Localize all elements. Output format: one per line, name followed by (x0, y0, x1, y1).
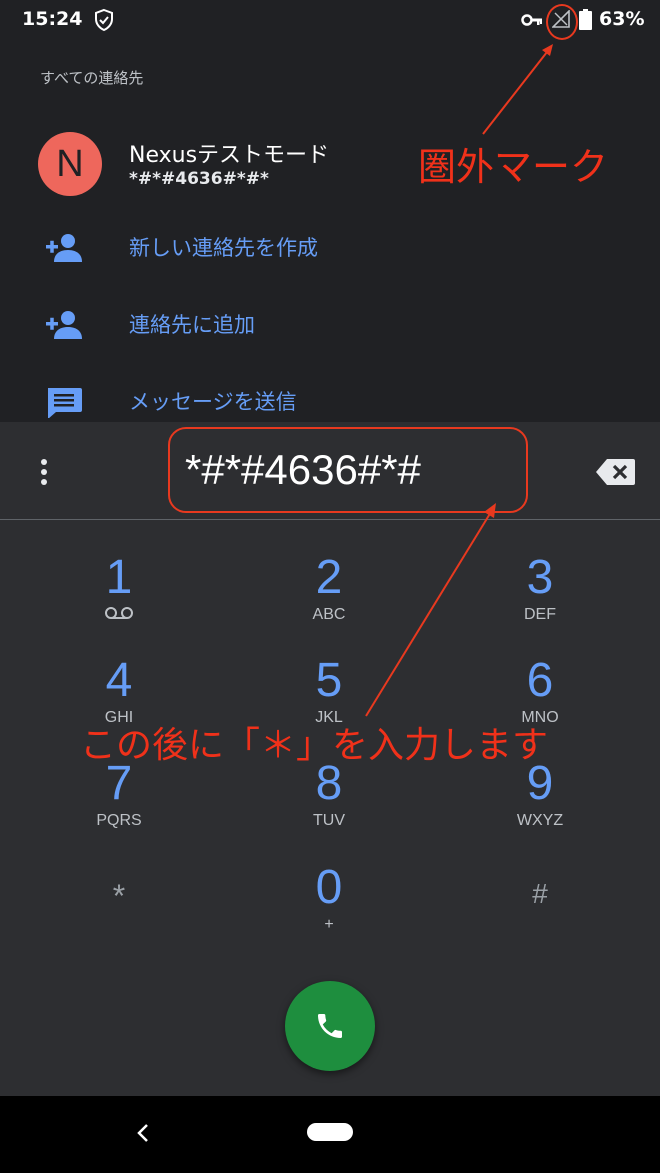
dialpad-key-1[interactable]: 1 (49, 552, 189, 652)
backspace-icon[interactable] (595, 456, 637, 488)
key-letters: ABC (312, 606, 346, 623)
shield-check-icon (95, 8, 113, 32)
dialpad-key-9[interactable]: 9 WXYZ (470, 758, 610, 858)
battery-percent: 63% (599, 8, 645, 30)
key-digit: * (112, 878, 126, 914)
phone-icon (318, 1014, 342, 1038)
key-letters: DEF (524, 606, 556, 623)
home-button[interactable] (307, 1123, 353, 1141)
call-button[interactable] (285, 981, 375, 1071)
dialpad-key-3[interactable]: 3 DEF (470, 552, 610, 652)
message-icon (48, 388, 82, 418)
key-digit: 1 (105, 551, 133, 604)
more-options-icon[interactable] (32, 456, 56, 488)
key-digit: 2 (315, 551, 343, 604)
navigation-bar (0, 1096, 660, 1173)
section-header: すべての連絡先 (40, 69, 144, 87)
create-contact-action[interactable]: 新しい連絡先を作成 (0, 218, 660, 278)
key-digit: # (532, 878, 548, 909)
voicemail-icon (105, 607, 133, 619)
key-digit: 6 (526, 654, 554, 707)
key-digit: 3 (526, 551, 554, 604)
key-digit: 5 (315, 654, 343, 707)
add-to-contact-label: 連絡先に追加 (129, 313, 255, 337)
avatar: N (38, 132, 102, 196)
back-icon[interactable] (131, 1121, 155, 1145)
create-contact-label: 新しい連絡先を作成 (129, 236, 318, 260)
dialpad-key-pound[interactable]: # (470, 868, 610, 968)
dialpad-key-0[interactable]: 0 + (259, 862, 399, 962)
no-signal-annotation: 圏外マーク (418, 145, 609, 189)
key-digit: 0 (315, 861, 343, 914)
dialpad-key-star[interactable]: * (49, 870, 189, 970)
person-add-icon (46, 311, 82, 339)
dialpad-key-7[interactable]: 7 PQRS (49, 758, 189, 858)
dialpad-key-2[interactable]: 2 ABC (259, 552, 399, 652)
send-message-label: メッセージを送信 (129, 390, 297, 414)
signal-highlight-circle (546, 4, 578, 40)
key-letters: PQRS (96, 812, 142, 829)
vpn-key-icon (521, 14, 542, 26)
add-to-contact-action[interactable]: 連絡先に追加 (0, 295, 660, 355)
battery-icon (579, 9, 592, 30)
contact-name: Nexusテストモード (129, 143, 330, 168)
key-letters: + (324, 916, 334, 933)
key-digit: 4 (105, 654, 133, 707)
person-add-icon (46, 234, 82, 262)
dialpad-key-8[interactable]: 8 TUV (259, 758, 399, 858)
status-time: 15:24 (22, 8, 83, 30)
key-letters: WXYZ (516, 812, 564, 829)
contact-number: *#*#4636#*#* (129, 169, 269, 189)
key-letters: TUV (313, 812, 345, 829)
instruction-annotation: この後に「＊」を入力します (80, 725, 549, 766)
digits-highlight-box (168, 427, 528, 513)
